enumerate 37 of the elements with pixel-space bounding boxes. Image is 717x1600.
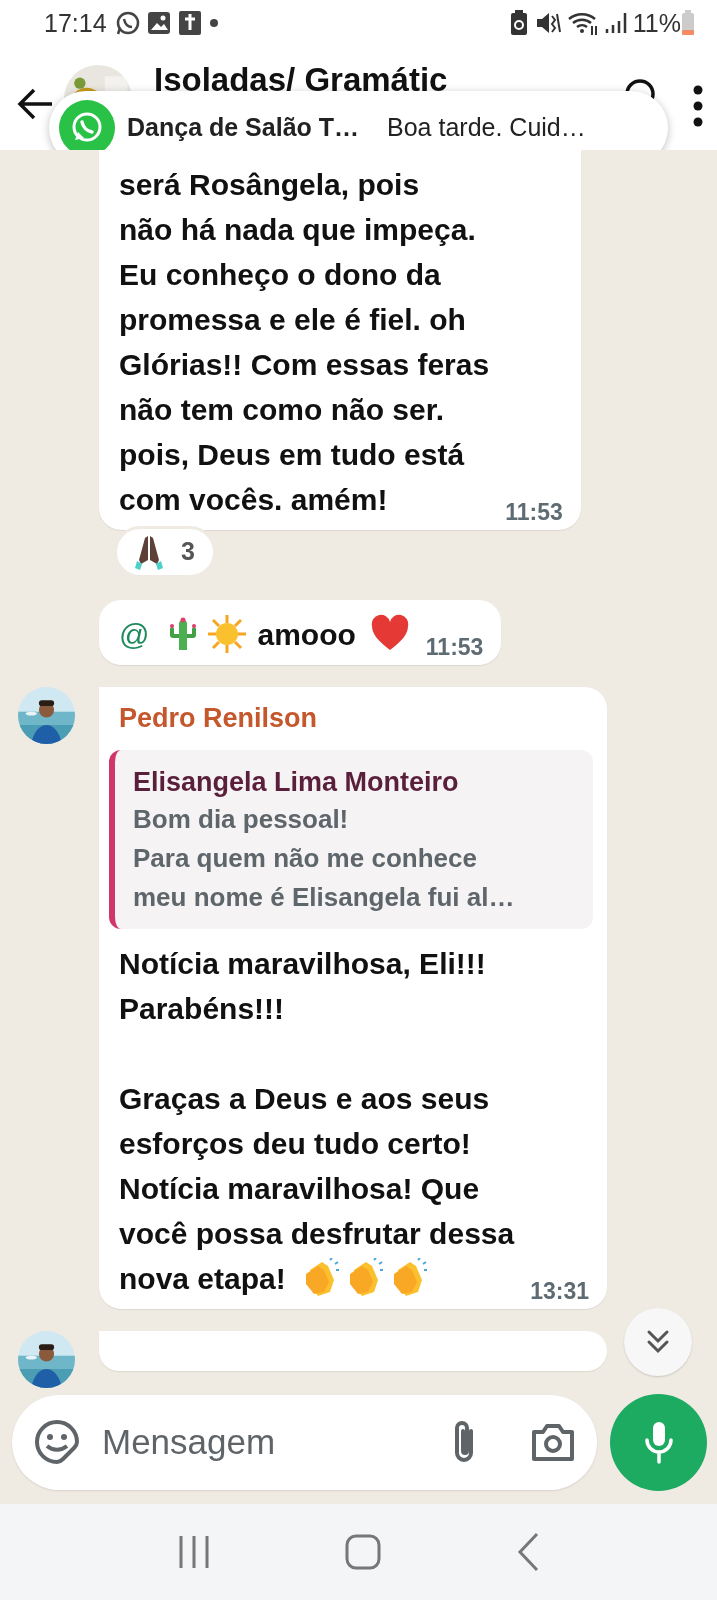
battery-percentage: 11% — [632, 8, 681, 38]
composer-bar[interactable]: Mensagem — [12, 1394, 597, 1490]
message-time: 11:53 — [505, 498, 563, 526]
sender-name: Pedro Renilson — [119, 702, 319, 734]
battery-saver-icon — [508, 10, 529, 37]
reaction-button[interactable]: 3 — [114, 525, 216, 578]
quote-text: Bom dia pessoal! Para quem não me conhece meu nome é Elisangela fui al… — [133, 802, 516, 914]
quote-author: Elisangela Lima Monteiro — [133, 765, 460, 799]
message-time: 13:31 — [530, 1277, 589, 1305]
message-field[interactable]: Mensagem — [92, 1422, 437, 1463]
mention-symbol: @ — [119, 616, 150, 653]
battery-icon — [681, 10, 695, 37]
home-icon[interactable] — [345, 1533, 382, 1570]
wifi-icon — [566, 10, 599, 37]
image-icon — [146, 11, 171, 36]
sun-icon — [207, 614, 248, 655]
recent-apps-icon[interactable] — [177, 1533, 210, 1570]
notification-title: Dança de Salão T… — [127, 113, 360, 143]
message-time: 11:53 — [425, 633, 484, 661]
more-options-icon[interactable] — [693, 84, 703, 127]
camera-button[interactable] — [531, 1422, 575, 1463]
message-text: será Rosângela, pois não há nada que impeça. Eu conheço o dono da promessa e ele é fiel. oh Glórias!! Com essas feras não tem como não ser. pois, Deus em tudo está com vocês. amém! — [119, 166, 490, 518]
sticker-icon — [34, 1419, 80, 1466]
signal-icon — [604, 11, 627, 36]
back-icon[interactable] — [517, 1531, 540, 1572]
notification-text: Boa tarde. Cuid… — [387, 113, 586, 143]
quoted-message[interactable]: Elisangela Lima Monteiro Bom dia pessoal! Para quem não me conhece meu nome é Elisangela fui al… — [109, 749, 593, 929]
chat-app-icon — [114, 10, 141, 37]
notification-dot-icon — [208, 18, 219, 29]
message-text: amooo — [257, 616, 356, 653]
camera-icon — [531, 1422, 575, 1463]
microphone-icon — [643, 1420, 674, 1465]
sticker-button[interactable] — [34, 1419, 80, 1466]
message-text: nova etapa! — [119, 1260, 286, 1297]
clock-time: 17:14 — [44, 8, 107, 38]
notification-popup[interactable]: Dança de Salão T… Boa tarde. Cuid… — [49, 90, 668, 150]
book-cross-icon — [176, 10, 203, 37]
